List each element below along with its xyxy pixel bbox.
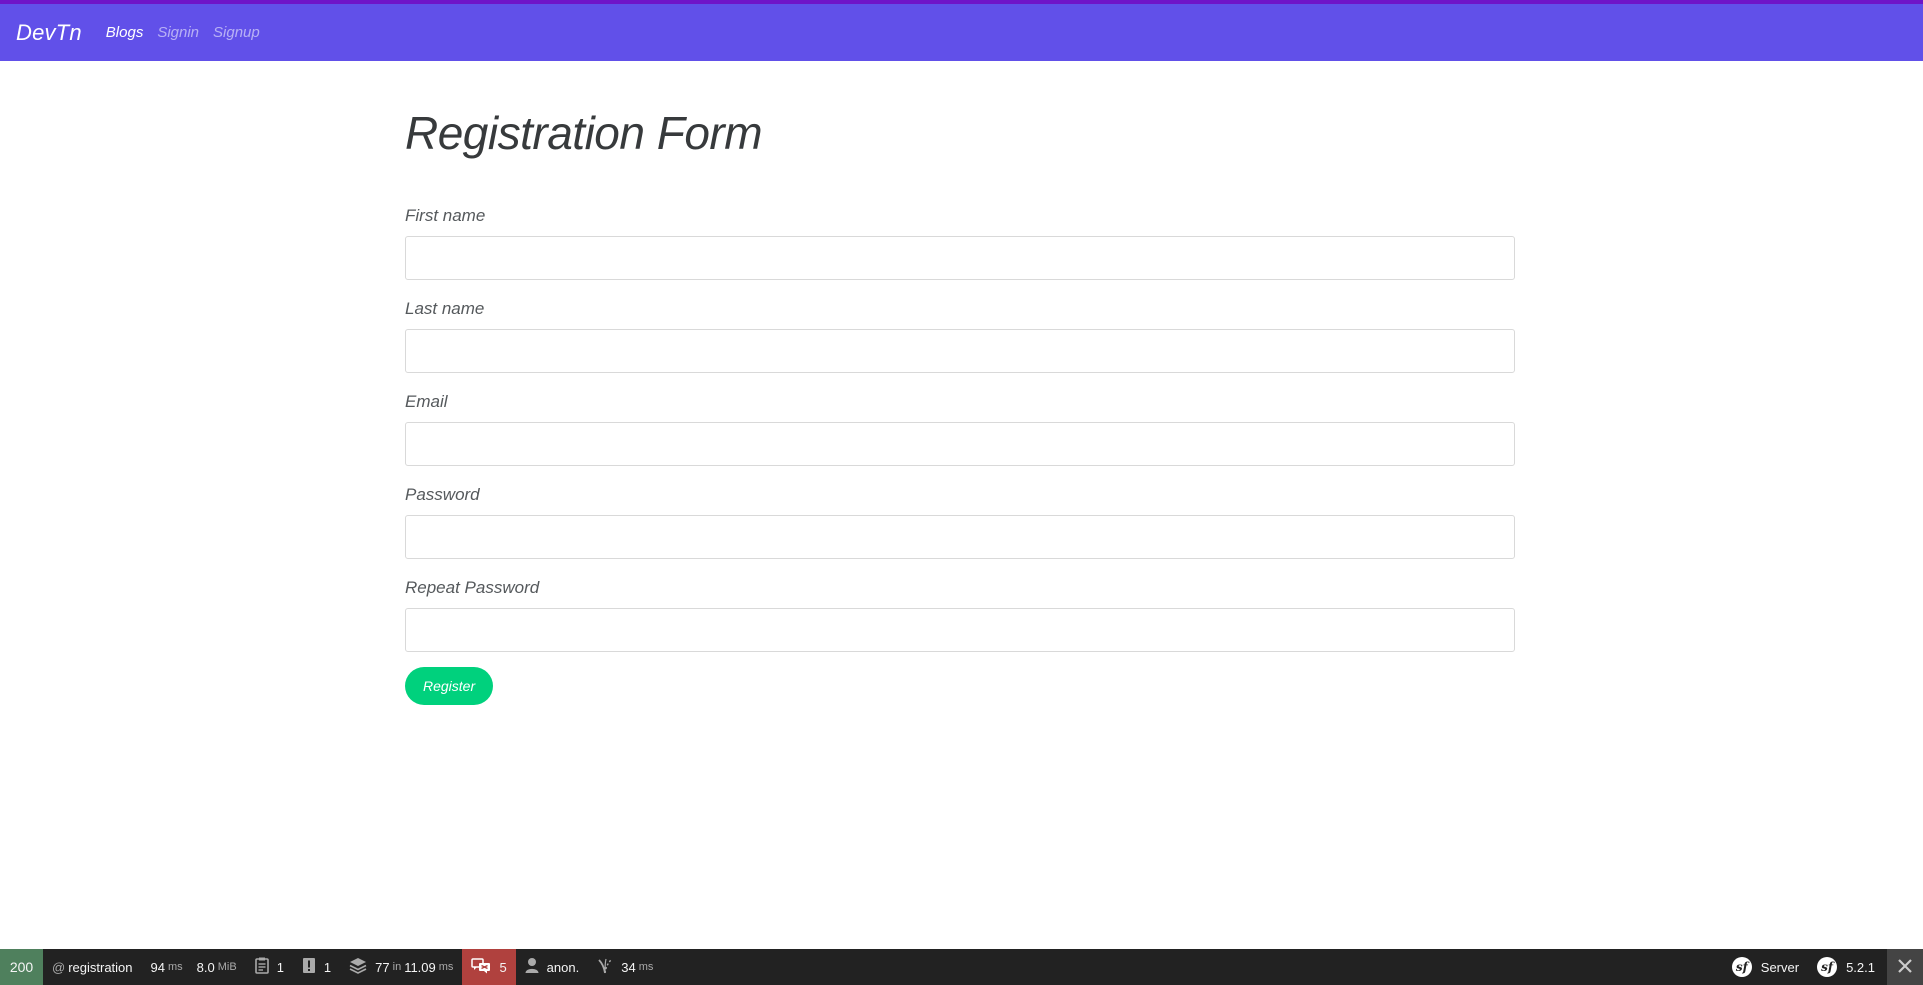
nav-link-blogs[interactable]: Blogs [106,24,144,41]
logs-panel[interactable]: 1 [246,949,293,985]
password-group: Password [405,485,1515,559]
warnings-panel[interactable]: 1 [293,949,340,985]
repeat-password-group: Repeat Password [405,578,1515,652]
ajax-time: 34 [621,959,636,975]
translation-errors-count: 5 [499,959,507,975]
ajax-icon [597,957,613,977]
translation-icon [471,957,491,977]
memory-unit: MiB [217,961,237,973]
ajax-panel[interactable]: 34 ms [588,949,662,985]
warning-icon [302,957,316,977]
user-icon [525,957,539,977]
status-code-badge[interactable]: 200 [0,949,43,985]
translation-errors-panel[interactable]: 5 [462,949,516,985]
clipboard-icon [254,957,269,977]
top-navbar: DevTn Blogs Signin Signup [0,0,1923,61]
twig-time-unit: ms [438,961,454,973]
last-name-label: Last name [405,298,485,318]
route-name: registration [68,959,133,975]
twig-count: 77 [375,959,390,975]
password-label: Password [405,484,480,504]
warnings-count: 1 [323,959,332,975]
first-name-label: First name [405,205,486,225]
server-panel[interactable]: sf Server [1723,949,1808,985]
twig-in-label: in [392,961,402,973]
request-time-panel[interactable]: 94 ms 8.0 MiB [142,949,246,985]
repeat-password-label: Repeat Password [405,577,540,597]
close-icon [1898,956,1912,979]
route-panel[interactable]: @ registration [43,949,142,985]
logs-count: 1 [276,959,284,975]
brand-logo[interactable]: DevTn [16,20,82,46]
password-input[interactable] [405,514,1515,559]
email-input[interactable] [405,421,1515,466]
toolbar-close-button[interactable] [1887,949,1923,985]
request-time-unit: ms [167,961,183,973]
security-panel[interactable]: anon. [516,949,589,985]
symfony-version-panel[interactable]: sf 5.2.1 [1808,949,1887,985]
symfony-version-icon: sf [1817,957,1838,977]
memory-value: 8.0 [196,959,215,975]
first-name-input[interactable] [405,235,1515,280]
status-code: 200 [9,959,34,975]
nav-link-signup[interactable]: Signup [213,24,260,41]
symfony-logo-icon: sf [1731,957,1752,977]
last-name-group: Last name [405,299,1515,373]
symfony-version: 5.2.1 [1846,959,1875,975]
symfony-debug-toolbar: 200 @ registration 94 ms 8.0 MiB 1 1 77 … [0,949,1923,985]
first-name-group: First name [405,206,1515,280]
registration-form: First name Last name Email Password Repe… [405,206,1515,705]
ajax-time-unit: ms [638,961,654,973]
layers-icon [349,957,367,977]
at-symbol: @ [52,959,66,975]
email-label: Email [405,391,448,411]
user-name: anon. [546,959,580,975]
nav-link-signin[interactable]: Signin [157,24,199,41]
twig-panel[interactable]: 77 in 11.09 ms [340,949,462,985]
repeat-password-input[interactable] [405,607,1515,652]
server-label: Server [1760,959,1800,975]
last-name-input[interactable] [405,328,1515,373]
register-button[interactable]: Register [405,666,494,705]
email-group: Email [405,392,1515,466]
twig-time: 11.09 [404,959,436,975]
page-title: Registration Form [405,107,763,159]
request-time-value: 94 [150,959,165,975]
main-content: Registration Form First name Last name E… [405,61,1515,705]
